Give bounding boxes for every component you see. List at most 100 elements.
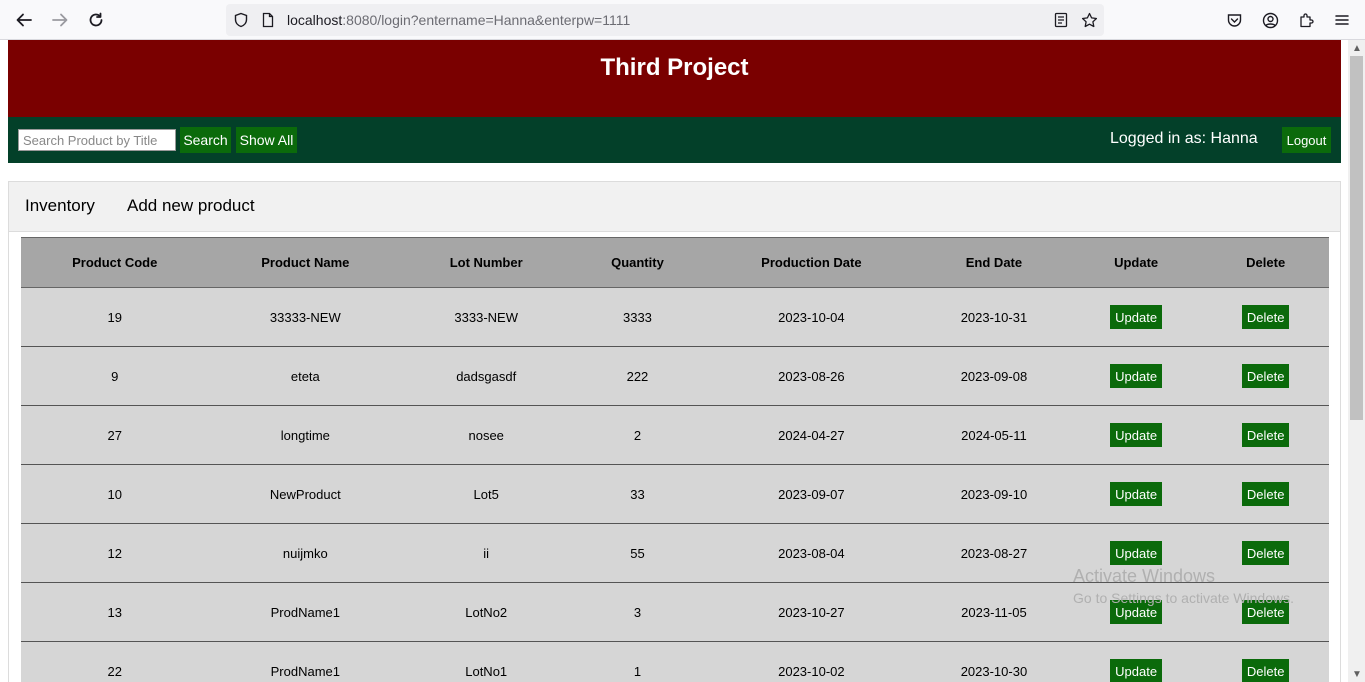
update-button[interactable]: Update <box>1110 364 1163 388</box>
column-header-product-code: Product Code <box>21 237 209 288</box>
cell-update: Update <box>1069 346 1203 406</box>
cell-production-date: 2023-10-02 <box>704 641 919 682</box>
cell-product-name: NewProduct <box>208 464 403 524</box>
watermark-subtitle: Go to Settings to activate Windows. <box>1073 590 1294 606</box>
search-button[interactable]: Search <box>180 127 231 153</box>
url-text: localhost:8080/login?entername=Hanna&ent… <box>287 12 630 28</box>
delete-button[interactable]: Delete <box>1241 305 1290 329</box>
cell-lot-number: ii <box>402 523 571 583</box>
address-bar[interactable]: localhost:8080/login?entername=Hanna&ent… <box>226 4 1104 36</box>
cell-delete: Delete <box>1202 287 1329 347</box>
top-navbar: Search Show All Logged in as: Hanna Logo… <box>8 117 1341 163</box>
cell-product-code: 10 <box>21 464 209 524</box>
column-header-quantity: Quantity <box>570 237 705 288</box>
cell-end-date: 2023-09-08 <box>918 346 1070 406</box>
cell-end-date: 2023-08-27 <box>918 523 1070 583</box>
cell-quantity: 3333 <box>570 287 705 347</box>
update-button[interactable]: Update <box>1110 541 1163 565</box>
cell-product-name: ProdName1 <box>208 582 403 642</box>
cell-quantity: 55 <box>570 523 705 583</box>
cell-production-date: 2023-10-04 <box>704 287 919 347</box>
table-header-row: Product Code Product Name Lot Number Qua… <box>21 237 1329 288</box>
delete-button[interactable]: Delete <box>1241 364 1290 388</box>
delete-button[interactable]: Delete <box>1241 659 1290 682</box>
delete-button[interactable]: Delete <box>1241 541 1290 565</box>
pocket-icon[interactable] <box>1223 9 1245 31</box>
extensions-icon[interactable] <box>1295 9 1317 31</box>
column-header-product-name: Product Name <box>208 237 403 288</box>
scrollbar-thumb[interactable] <box>1350 56 1363 420</box>
column-header-delete: Delete <box>1202 237 1329 288</box>
cell-lot-number: LotNo2 <box>402 582 571 642</box>
cell-product-name: longtime <box>208 405 403 465</box>
vertical-scrollbar[interactable]: ▲ ▼ <box>1348 40 1365 682</box>
cell-production-date: 2023-08-26 <box>704 346 919 406</box>
cell-lot-number: 3333-NEW <box>402 287 571 347</box>
cell-quantity: 2 <box>570 405 705 465</box>
update-button[interactable]: Update <box>1110 659 1163 682</box>
page-icon[interactable] <box>258 10 278 30</box>
shield-icon[interactable] <box>231 10 251 30</box>
cell-product-code: 27 <box>21 405 209 465</box>
column-header-production-date: Production Date <box>704 237 919 288</box>
cell-end-date: 2023-11-05 <box>918 582 1070 642</box>
reload-icon[interactable] <box>82 6 110 34</box>
cell-product-code: 22 <box>21 641 209 682</box>
show-all-button[interactable]: Show All <box>236 127 297 153</box>
column-header-update: Update <box>1069 237 1203 288</box>
activate-windows-watermark: Activate Windows Go to Settings to activ… <box>1073 566 1294 606</box>
table-row: 22 ProdName1 LotNo1 1 2023-10-02 2023-10… <box>21 641 1329 682</box>
cell-end-date: 2023-10-30 <box>918 641 1070 682</box>
cell-update: Update <box>1069 641 1203 682</box>
menu-icon[interactable] <box>1331 9 1353 31</box>
table-row: 9 eteta dadsgasdf 222 2023-08-26 2023-09… <box>21 346 1329 406</box>
cell-end-date: 2023-10-31 <box>918 287 1070 347</box>
scroll-up-arrow-icon[interactable]: ▲ <box>1352 43 1362 54</box>
back-icon[interactable] <box>10 6 38 34</box>
cell-delete: Delete <box>1202 346 1329 406</box>
logout-button[interactable]: Logout <box>1282 127 1331 153</box>
cell-product-name: nuijmko <box>208 523 403 583</box>
column-header-lot-number: Lot Number <box>402 237 571 288</box>
tab-inventory[interactable]: Inventory <box>25 196 95 216</box>
table-row: 19 33333-NEW 3333-NEW 3333 2023-10-04 20… <box>21 287 1329 347</box>
reader-view-icon[interactable] <box>1051 10 1071 30</box>
scroll-down-arrow-icon[interactable]: ▼ <box>1352 669 1362 680</box>
bookmark-star-icon[interactable] <box>1079 10 1099 30</box>
search-input[interactable] <box>18 129 176 151</box>
column-header-end-date: End Date <box>918 237 1070 288</box>
url-host: localhost <box>287 12 343 28</box>
table-row: 10 NewProduct Lot5 33 2023-09-07 2023-09… <box>21 464 1329 524</box>
update-button[interactable]: Update <box>1110 305 1163 329</box>
cell-end-date: 2023-09-10 <box>918 464 1070 524</box>
update-button[interactable]: Update <box>1110 482 1163 506</box>
cell-delete: Delete <box>1202 641 1329 682</box>
cell-production-date: 2023-08-04 <box>704 523 919 583</box>
cell-production-date: 2024-04-27 <box>704 405 919 465</box>
cell-lot-number: nosee <box>402 405 571 465</box>
tab-add-new-product[interactable]: Add new product <box>127 196 255 216</box>
cell-product-code: 19 <box>21 287 209 347</box>
update-button[interactable]: Update <box>1110 423 1163 447</box>
cell-product-code: 9 <box>21 346 209 406</box>
cell-quantity: 33 <box>570 464 705 524</box>
delete-button[interactable]: Delete <box>1241 423 1290 447</box>
cell-delete: Delete <box>1202 464 1329 524</box>
delete-button[interactable]: Delete <box>1241 482 1290 506</box>
watermark-title: Activate Windows <box>1073 566 1216 586</box>
cell-lot-number: LotNo1 <box>402 641 571 682</box>
cell-quantity: 1 <box>570 641 705 682</box>
url-path: :8080/login?entername=Hanna&enterpw=1111 <box>342 12 631 28</box>
cell-update: Update <box>1069 287 1203 347</box>
cell-product-code: 13 <box>21 582 209 642</box>
table-row: 27 longtime nosee 2 2024-04-27 2024-05-1… <box>21 405 1329 465</box>
logged-in-status: Logged in as: Hanna <box>1110 130 1258 147</box>
cell-quantity: 222 <box>570 346 705 406</box>
cell-product-code: 12 <box>21 523 209 583</box>
cell-product-name: ProdName1 <box>208 641 403 682</box>
cell-production-date: 2023-09-07 <box>704 464 919 524</box>
account-icon[interactable] <box>1259 9 1281 31</box>
cell-product-name: 33333-NEW <box>208 287 403 347</box>
forward-icon[interactable] <box>46 6 74 34</box>
site-header: Third Project <box>8 40 1341 117</box>
